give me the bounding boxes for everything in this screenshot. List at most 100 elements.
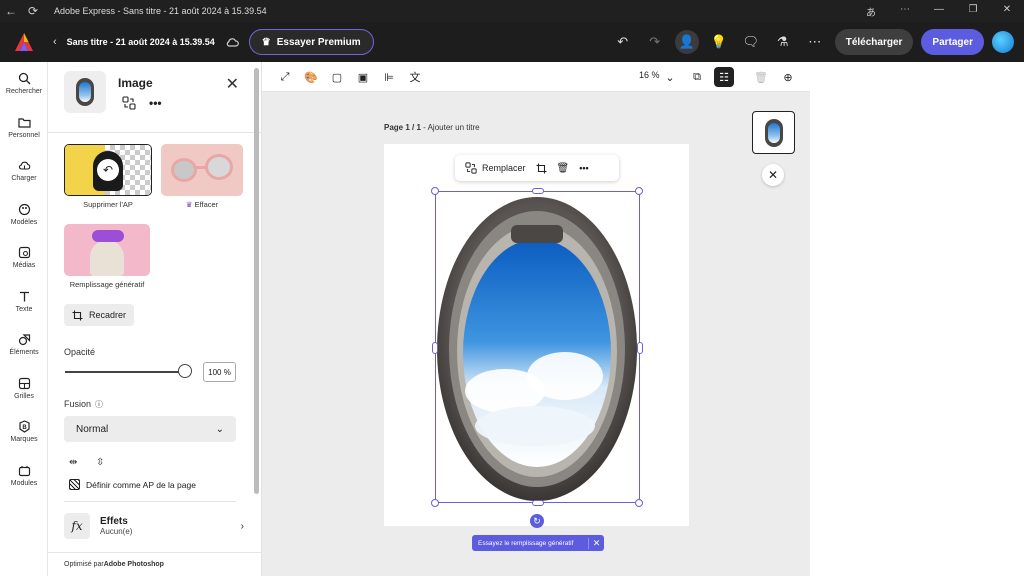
frame-icon[interactable]: ▣ bbox=[354, 68, 372, 86]
rail-item-grids[interactable]: Grilles bbox=[0, 367, 48, 411]
document-title[interactable]: Sans titre - 21 août 2024 à 15.39.54 bbox=[67, 37, 215, 47]
delete-page-icon[interactable]: 🗑 bbox=[752, 68, 770, 86]
rail-item-elements[interactable]: Éléments bbox=[0, 323, 48, 367]
translate-icon[interactable]: 文 bbox=[406, 68, 424, 86]
back-arrow-icon[interactable]: ← bbox=[0, 0, 22, 22]
language-icon[interactable]: あ bbox=[854, 4, 888, 19]
remove-background-card[interactable]: ↶ Supprimer l'AP bbox=[64, 144, 152, 209]
blend-label: Fusion bbox=[64, 399, 92, 409]
download-button[interactable]: Télécharger bbox=[834, 29, 914, 55]
replace-button[interactable]: Remplacer bbox=[465, 162, 526, 174]
try-premium-button[interactable]: ♛ Essayer Premium bbox=[248, 29, 374, 55]
cloud-icon[interactable] bbox=[225, 35, 239, 49]
rail-item-upload[interactable]: Charger bbox=[0, 149, 48, 193]
more-icon[interactable]: ••• bbox=[149, 96, 162, 110]
pages-icon[interactable]: ⧉ bbox=[688, 68, 706, 86]
crop-icon[interactable] bbox=[536, 163, 547, 174]
align-icon[interactable]: ⊫ bbox=[380, 68, 398, 86]
crop-button[interactable]: Recadrer bbox=[64, 304, 135, 326]
close-icon[interactable]: ✕ bbox=[226, 74, 239, 94]
more-icon[interactable]: ⋯ bbox=[888, 4, 922, 19]
close-toast-icon[interactable]: ✕ bbox=[588, 537, 604, 549]
erase-card[interactable]: ♛ Effacer bbox=[161, 144, 243, 209]
rail-item-search[interactable]: Rechercher bbox=[0, 62, 48, 106]
zoom-chevron-icon[interactable]: ⌄ bbox=[661, 68, 679, 86]
panel-header: Image ✕ ••• bbox=[48, 62, 261, 132]
context-toolbar: Remplacer 🗑 ••• bbox=[455, 155, 619, 181]
trash-icon[interactable]: 🗑 bbox=[557, 163, 570, 174]
more-options-icon[interactable]: ⋯ bbox=[803, 30, 827, 54]
add-page-icon[interactable]: ⊕ bbox=[779, 68, 797, 86]
flip-horizontal-icon[interactable]: ⇹ bbox=[69, 457, 77, 468]
shape-icon[interactable]: ▢ bbox=[328, 68, 346, 86]
page-thumbnail[interactable] bbox=[752, 111, 795, 154]
replace-icon[interactable] bbox=[122, 96, 136, 110]
effects-row[interactable]: fx Effets Aucun(e) › bbox=[64, 512, 244, 540]
footer-prefix: Optimisé par bbox=[64, 561, 104, 568]
opacity-label: Opacité bbox=[64, 347, 96, 357]
crop-icon bbox=[72, 310, 83, 320]
rotate-handle-icon[interactable]: ↻ bbox=[530, 514, 544, 528]
layers-icon[interactable]: ☷ bbox=[714, 67, 734, 87]
opacity-slider-knob[interactable] bbox=[178, 364, 192, 378]
close-icon[interactable]: ✕ bbox=[762, 164, 784, 186]
resize-handle-bottom[interactable] bbox=[532, 500, 544, 506]
comment-icon[interactable]: 🗨 bbox=[739, 30, 763, 54]
resize-handle-br[interactable] bbox=[635, 499, 643, 507]
resize-handle-right[interactable] bbox=[637, 342, 643, 354]
blend-mode-value: Normal bbox=[76, 423, 109, 435]
rail-label: Médias bbox=[12, 262, 36, 270]
redo-icon[interactable]: ↷ bbox=[643, 30, 667, 54]
adobe-express-logo[interactable] bbox=[13, 31, 35, 53]
resize-handle-tl[interactable] bbox=[431, 187, 439, 195]
rail-label: Modules bbox=[10, 479, 38, 487]
divider bbox=[48, 132, 261, 133]
info-icon[interactable]: ⓘ bbox=[95, 399, 103, 410]
rail-item-addons[interactable]: Modules bbox=[0, 454, 48, 498]
maximize-icon[interactable]: ❐ bbox=[956, 4, 990, 19]
page-title-placeholder: - Ajouter un titre bbox=[420, 123, 480, 132]
opacity-slider-track[interactable] bbox=[65, 371, 185, 373]
rail-item-media[interactable]: Médias bbox=[0, 236, 48, 280]
flip-vertical-icon[interactable]: ⇳ bbox=[96, 457, 104, 468]
minimize-icon[interactable]: — bbox=[922, 4, 956, 19]
grid-icon bbox=[18, 377, 30, 389]
color-palette-icon[interactable]: 🎨 bbox=[302, 68, 320, 86]
more-icon[interactable]: ••• bbox=[579, 163, 588, 173]
media-icon bbox=[18, 247, 30, 259]
lightbulb-icon[interactable]: 💡 bbox=[707, 30, 731, 54]
share-button[interactable]: Partager bbox=[921, 29, 984, 55]
resize-handle-tr[interactable] bbox=[635, 187, 643, 195]
generative-fill-toast[interactable]: Essayez le remplissage génératif ✕ bbox=[472, 535, 604, 551]
upload-icon bbox=[18, 161, 30, 170]
zoom-level[interactable]: 16 % bbox=[639, 70, 660, 80]
resize-icon[interactable]: ⤢ bbox=[276, 68, 294, 86]
invite-user-icon[interactable]: 👤 bbox=[674, 30, 699, 54]
effects-label: Effets bbox=[100, 516, 128, 527]
blend-mode-select[interactable]: Normal ⌄ bbox=[64, 416, 236, 442]
rail-item-templates[interactable]: Modèles bbox=[0, 193, 48, 237]
set-page-background-label: Définir comme AP de la page bbox=[86, 479, 196, 490]
canvas-toolbar: ⤢ 🎨 ▢ ▣ ⊫ 文 16 % ⌄ ⧉ ☷ 🗑 ⊕ bbox=[262, 62, 810, 92]
selection-box bbox=[435, 191, 640, 503]
flask-icon[interactable]: ⚗ bbox=[771, 30, 795, 54]
back-chevron-icon[interactable]: ‹ bbox=[53, 36, 57, 48]
remove-background-preview: ↶ bbox=[64, 144, 152, 196]
refresh-icon[interactable]: ⟳ bbox=[22, 0, 44, 22]
rail-item-brands[interactable]: B Marques bbox=[0, 410, 48, 454]
resize-handle-left[interactable] bbox=[432, 342, 438, 354]
rail-item-text[interactable]: Texte bbox=[0, 280, 48, 324]
resize-handle-bl[interactable] bbox=[431, 499, 439, 507]
close-window-icon[interactable]: ✕ bbox=[990, 4, 1024, 19]
resize-handle-top[interactable] bbox=[532, 188, 544, 194]
opacity-input[interactable]: 100 % bbox=[203, 362, 236, 382]
rail-item-personal[interactable]: Personnel bbox=[0, 106, 48, 150]
undo-icon[interactable]: ↶ bbox=[611, 30, 635, 54]
avatar[interactable] bbox=[992, 31, 1014, 53]
panel-scrollbar[interactable] bbox=[254, 68, 259, 494]
background-icon bbox=[69, 479, 80, 490]
crown-icon: ♛ bbox=[261, 36, 271, 48]
set-page-background-row[interactable]: Définir comme AP de la page bbox=[69, 479, 196, 490]
page-label[interactable]: Page 1 / 1 - Ajouter un titre bbox=[384, 123, 480, 132]
generative-fill-card[interactable]: Remplissage génératif bbox=[64, 224, 150, 289]
